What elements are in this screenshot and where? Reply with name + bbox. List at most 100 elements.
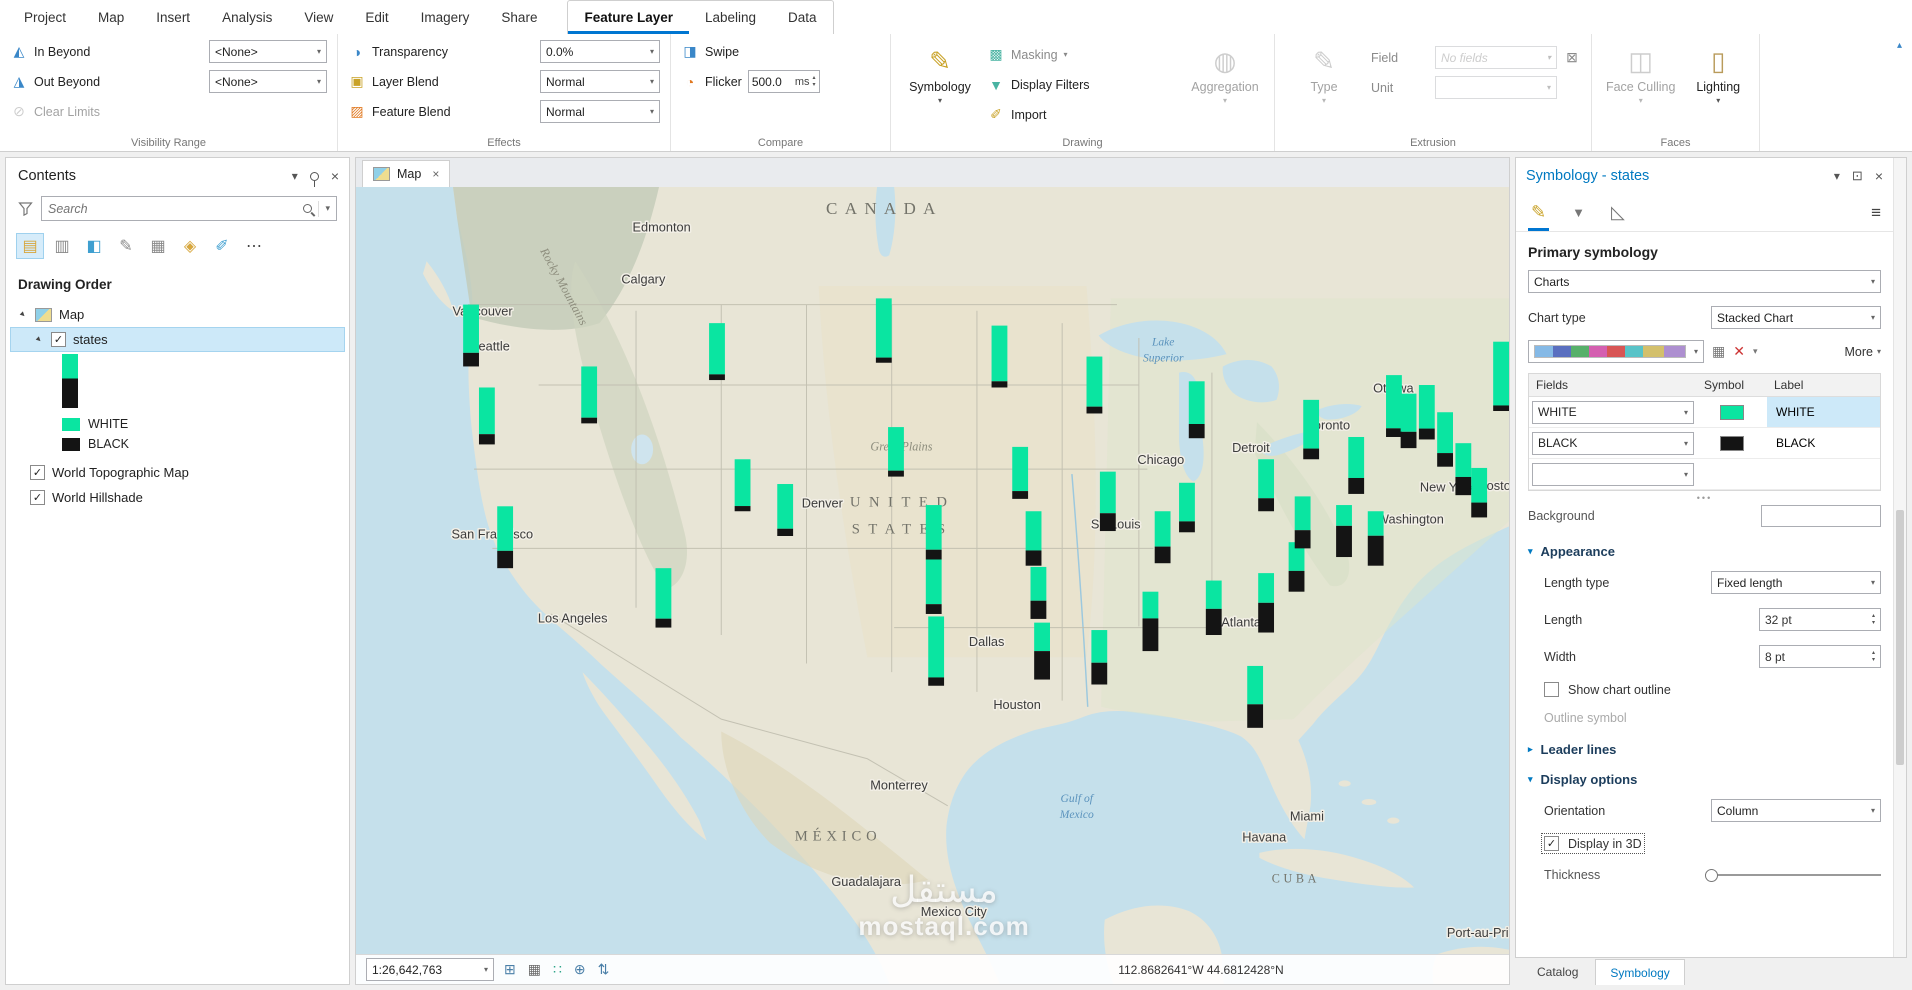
- layer-blend-select[interactable]: Normal▾: [540, 70, 660, 93]
- tree-item-map[interactable]: ▸ Map: [6, 302, 349, 327]
- list-by-selection-icon[interactable]: ◧: [80, 233, 108, 259]
- orientation-select[interactable]: Column▾: [1711, 799, 1881, 822]
- state-chart-bar[interactable]: [1012, 447, 1028, 499]
- panel-menu-icon[interactable]: ≡: [1871, 203, 1881, 223]
- state-chart-bar[interactable]: [1258, 459, 1274, 511]
- label-cell[interactable]: WHITE: [1767, 397, 1880, 427]
- state-chart-bar[interactable]: [581, 366, 597, 423]
- length-spinner[interactable]: ▴▾: [1872, 613, 1875, 626]
- display-options-section-header[interactable]: ▾ Display options: [1516, 762, 1893, 792]
- import-button[interactable]: ✐ Import: [987, 102, 1178, 127]
- menu-tab-insert[interactable]: Insert: [140, 0, 206, 34]
- state-chart-bar[interactable]: [926, 505, 942, 559]
- extrusion-field-select[interactable]: No fields▾: [1435, 46, 1557, 69]
- state-chart-bar[interactable]: [1455, 443, 1471, 495]
- field-combo[interactable]: WHITE▾: [1532, 401, 1694, 424]
- state-chart-bar[interactable]: [1348, 437, 1364, 494]
- tab-vary-symbology[interactable]: ▼: [1569, 194, 1588, 231]
- menu-tab-map[interactable]: Map: [82, 0, 140, 34]
- clear-extrusion-icon[interactable]: ⊠: [1563, 49, 1581, 66]
- layer-item-world-hillshade[interactable]: ✓World Hillshade: [6, 485, 349, 510]
- list-by-data-source-icon[interactable]: ▥: [48, 233, 76, 259]
- state-chart-bar[interactable]: [1031, 567, 1047, 619]
- vertical-scrollbar[interactable]: [1893, 158, 1906, 957]
- state-chart-bar[interactable]: [1155, 511, 1171, 563]
- chart-view-icon[interactable]: ∷: [553, 961, 562, 978]
- transparency-select[interactable]: 0.0%▾: [540, 40, 660, 63]
- clear-limits-button[interactable]: Clear Limits: [34, 105, 100, 119]
- close-icon[interactable]: ×: [432, 167, 439, 181]
- state-chart-bar[interactable]: [1179, 483, 1195, 533]
- length-input[interactable]: 32 pt▴▾: [1759, 608, 1881, 631]
- state-chart-bar[interactable]: [497, 506, 513, 568]
- state-chart-bar[interactable]: [1437, 412, 1453, 466]
- expand-collapse-icon[interactable]: ▸: [16, 307, 31, 322]
- scale-select[interactable]: 1:26,642,763▾: [366, 958, 494, 981]
- in-beyond-select[interactable]: <None>▾: [209, 40, 327, 63]
- panel-splitter[interactable]: •••: [1516, 491, 1893, 505]
- state-chart-bar[interactable]: [876, 298, 892, 362]
- state-chart-bar[interactable]: [888, 427, 904, 477]
- list-by-snapping-icon[interactable]: ▦: [144, 233, 172, 259]
- state-chart-bar[interactable]: [1368, 511, 1384, 565]
- state-chart-bar[interactable]: [1189, 381, 1205, 438]
- state-chart-bar[interactable]: [1493, 342, 1509, 411]
- dock-icon[interactable]: ⊡: [1852, 168, 1863, 184]
- close-icon[interactable]: ×: [331, 168, 339, 184]
- width-spinner[interactable]: ▴▾: [1872, 650, 1875, 663]
- collapse-ribbon-icon[interactable]: ▴: [1897, 40, 1902, 51]
- add-view-icon[interactable]: ⊞: [504, 961, 516, 978]
- label-cell[interactable]: BLACK: [1767, 428, 1880, 458]
- symbology-button[interactable]: ✎ Symbology ▾: [901, 39, 979, 105]
- state-chart-bar[interactable]: [1026, 511, 1042, 565]
- appearance-section-header[interactable]: ▾ Appearance: [1516, 534, 1893, 564]
- bottom-tab-symbology[interactable]: Symbology: [1595, 959, 1684, 985]
- state-chart-bar[interactable]: [777, 484, 793, 536]
- state-chart-bar[interactable]: [709, 323, 725, 380]
- expand-collapse-icon[interactable]: ▸: [32, 332, 47, 347]
- chevron-down-icon[interactable]: ▾: [1753, 346, 1758, 357]
- state-chart-bar[interactable]: [1258, 573, 1274, 632]
- state-chart-bar[interactable]: [1034, 623, 1050, 680]
- state-chart-bar[interactable]: [992, 326, 1008, 388]
- length-type-select[interactable]: Fixed length▾: [1711, 571, 1881, 594]
- scrollbar-thumb[interactable]: [1896, 510, 1904, 766]
- menu-tab-imagery[interactable]: Imagery: [405, 0, 486, 34]
- pin-icon[interactable]: [310, 172, 319, 181]
- layer-checkbox[interactable]: ✓: [30, 465, 45, 480]
- chevron-down-icon[interactable]: ▾: [325, 203, 330, 214]
- state-chart-bar[interactable]: [1206, 581, 1222, 635]
- state-chart-bar[interactable]: [1471, 468, 1487, 518]
- state-chart-bar[interactable]: [1087, 357, 1103, 414]
- map-tab[interactable]: Map ×: [362, 160, 450, 187]
- show-chart-outline-checkbox[interactable]: [1544, 682, 1559, 697]
- locate-icon[interactable]: ⊕: [574, 961, 586, 978]
- leader-lines-section-header[interactable]: ▸ Leader lines: [1516, 732, 1893, 762]
- filter-icon[interactable]: [18, 201, 33, 216]
- layout-grid-icon[interactable]: ▦: [528, 961, 541, 978]
- display-filters-button[interactable]: ▼ Display Filters: [987, 72, 1178, 97]
- layer-item-world-topographic-map[interactable]: ✓World Topographic Map: [6, 460, 349, 485]
- menu-tab-share[interactable]: Share: [485, 0, 553, 34]
- menu-tab-data[interactable]: Data: [772, 1, 833, 34]
- masking-button[interactable]: ▩ Masking ▾: [987, 42, 1178, 67]
- state-chart-bar[interactable]: [1401, 394, 1417, 448]
- menu-tab-analysis[interactable]: Analysis: [206, 0, 288, 34]
- state-chart-bar[interactable]: [1143, 592, 1159, 651]
- aggregation-button[interactable]: ◍ Aggregation ▾: [1186, 39, 1264, 105]
- flicker-spinner[interactable]: ▴▾: [812, 75, 815, 88]
- list-by-labeling-icon[interactable]: ◈: [176, 233, 204, 259]
- state-chart-bar[interactable]: [926, 560, 942, 614]
- state-chart-bar[interactable]: [656, 568, 672, 627]
- display-in-3d-checkbox[interactable]: ✓: [1544, 836, 1559, 851]
- symbol-cell[interactable]: [1697, 436, 1767, 451]
- symbol-cell[interactable]: [1697, 405, 1767, 420]
- field-combo[interactable]: ▾: [1532, 463, 1694, 486]
- state-chart-bar[interactable]: [463, 305, 479, 367]
- search-input[interactable]: [48, 202, 297, 216]
- more-button[interactable]: More▾: [1845, 345, 1882, 359]
- states-checkbox[interactable]: ✓: [51, 332, 66, 347]
- list-by-editing-icon[interactable]: ✎: [112, 233, 140, 259]
- state-chart-bar[interactable]: [1247, 666, 1263, 728]
- background-symbol-button[interactable]: [1761, 505, 1881, 527]
